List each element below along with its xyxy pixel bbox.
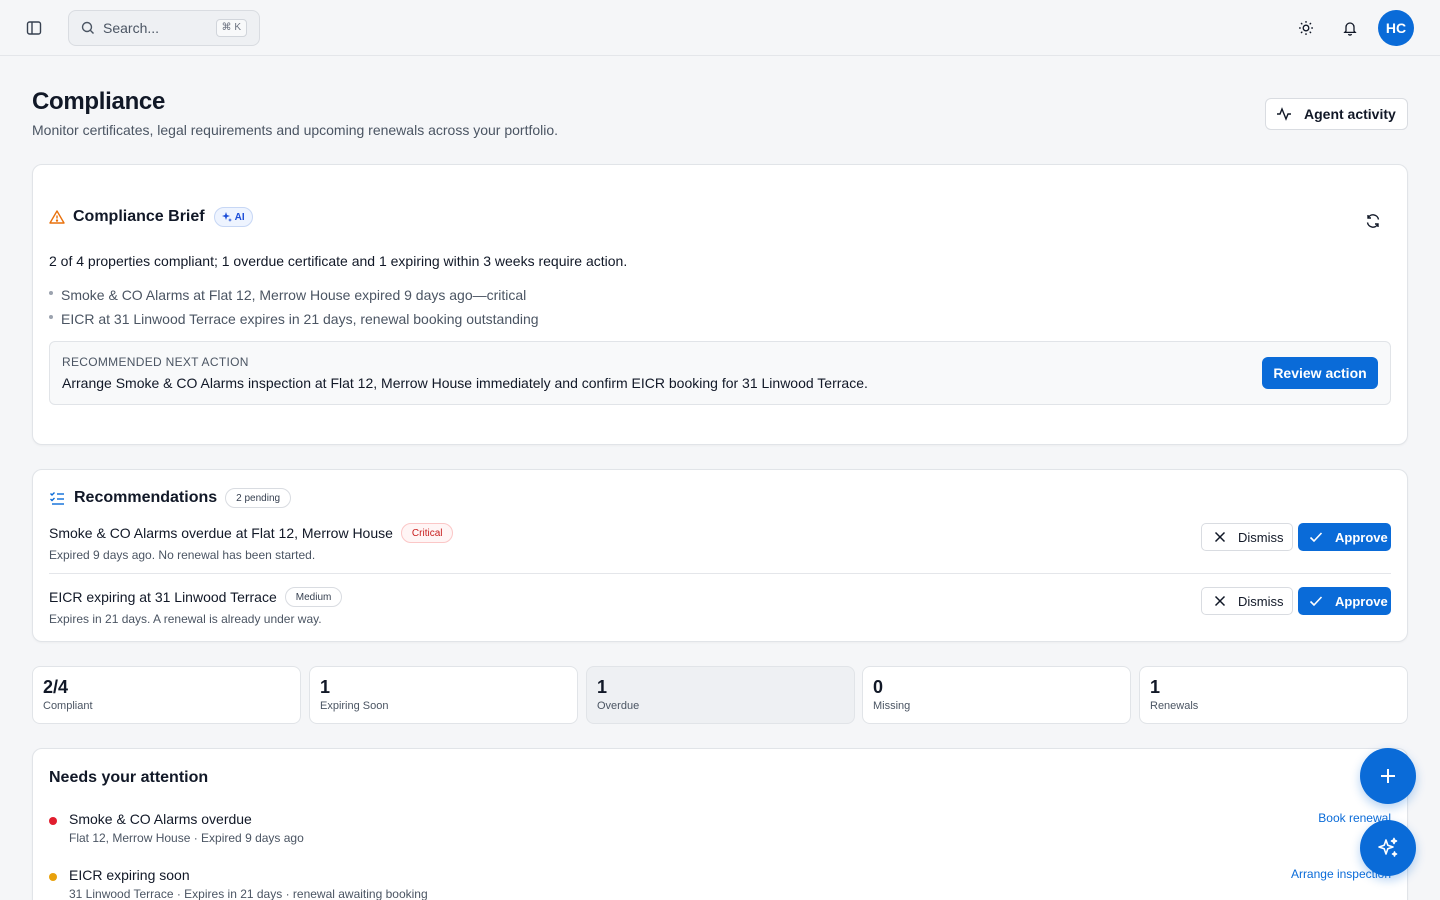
- brief-points: Smoke & CO Alarms at Flat 12, Merrow Hou…: [49, 285, 539, 333]
- dismiss-button[interactable]: Dismiss: [1201, 523, 1293, 551]
- severity-badge: Critical: [400, 523, 454, 543]
- brief-point: Smoke & CO Alarms at Flat 12, Merrow Hou…: [49, 285, 539, 309]
- stat-value: 0: [873, 677, 884, 697]
- recommendations-card: Recommendations 2 pending Smoke & CO Ala…: [32, 469, 1408, 642]
- next-action-label: RECOMMENDED NEXT ACTION: [62, 355, 249, 369]
- review-action-button[interactable]: Review action: [1262, 357, 1378, 389]
- brief-title: Compliance Brief: [73, 208, 205, 225]
- ai-badge-label: AI: [234, 211, 245, 223]
- stat-value: 1: [1150, 677, 1161, 697]
- brief-summary: 2 of 4 properties compliant; 1 overdue c…: [49, 253, 628, 269]
- recommendation-title: EICR expiring at 31 Linwood Terrace: [49, 589, 277, 605]
- stat-value: 1: [320, 677, 331, 697]
- stat-renewals[interactable]: 1 Renewals: [1139, 666, 1408, 724]
- dismiss-label: Dismiss: [1238, 529, 1284, 545]
- approve-label: Approve: [1335, 593, 1388, 609]
- search-input[interactable]: Search... ⌘ K: [68, 10, 260, 46]
- attention-item-detail: 31 Linwood Terrace · Expires in 21 days …: [69, 887, 428, 900]
- activity-icon: [1277, 107, 1291, 121]
- close-icon: [1214, 595, 1226, 607]
- stat-label: Overdue: [597, 700, 640, 712]
- page-subtitle: Monitor certificates, legal requirements…: [32, 122, 559, 138]
- theme-toggle-icon[interactable]: [1294, 16, 1318, 40]
- stat-label: Compliant: [43, 700, 93, 712]
- status-dot: [49, 817, 57, 825]
- compliance-brief-card: Compliance Brief AI 2 of 4 properties co…: [32, 164, 1408, 445]
- stat-compliant[interactable]: 2/4 Compliant: [32, 666, 301, 724]
- close-icon: [1214, 531, 1226, 543]
- stat-value: 1: [597, 677, 608, 697]
- approve-button[interactable]: Approve: [1298, 587, 1391, 615]
- page-title: Compliance: [32, 88, 166, 115]
- stat-missing[interactable]: 0 Missing: [862, 666, 1131, 724]
- pending-badge: 2 pending: [225, 488, 292, 508]
- warning-icon: [49, 210, 65, 224]
- severity-badge: Medium: [284, 587, 343, 607]
- stat-expiring-soon[interactable]: 1 Expiring Soon: [309, 666, 578, 724]
- stat-label: Renewals: [1150, 700, 1199, 712]
- bullet-dot: [49, 291, 53, 295]
- brief-point-text: Smoke & CO Alarms at Flat 12, Merrow Hou…: [61, 287, 527, 303]
- attention-item-detail: Flat 12, Merrow House · Expired 9 days a…: [69, 831, 304, 845]
- bullet-dot: [49, 315, 53, 319]
- sparkles-icon: [221, 212, 232, 222]
- agent-activity-button[interactable]: Agent activity: [1265, 98, 1408, 130]
- stat-value: 2/4: [43, 677, 69, 697]
- top-bar: Search... ⌘ K HC: [0, 0, 1440, 56]
- brief-point: EICR at 31 Linwood Terrace expires in 21…: [49, 309, 539, 333]
- recommended-next-action: RECOMMENDED NEXT ACTION Arrange Smoke & …: [49, 341, 1391, 405]
- recommendations-header: Recommendations 2 pending: [49, 488, 292, 508]
- recommendation-detail: Expired 9 days ago. No renewal has been …: [49, 548, 316, 562]
- recommendation-detail: Expires in 21 days. A renewal is already…: [49, 612, 322, 626]
- approve-button[interactable]: Approve: [1298, 523, 1391, 551]
- check-icon: [1309, 596, 1323, 607]
- ai-assistant-fab-button[interactable]: [1360, 820, 1416, 876]
- search-placeholder: Search...: [103, 20, 160, 36]
- add-fab-button[interactable]: [1360, 748, 1416, 804]
- brief-point-text: EICR at 31 Linwood Terrace expires in 21…: [61, 311, 539, 327]
- status-dot: [49, 873, 57, 881]
- checklist-icon: [50, 492, 64, 505]
- ai-badge: AI: [213, 207, 253, 227]
- stat-overdue[interactable]: 1 Overdue: [586, 666, 855, 724]
- avatar[interactable]: HC: [1378, 10, 1414, 46]
- needs-attention-title: Needs your attention: [49, 769, 209, 786]
- attention-item-title: EICR expiring soon: [69, 867, 190, 883]
- dismiss-button[interactable]: Dismiss: [1201, 587, 1293, 615]
- recommendation-row: Smoke & CO Alarms overdue at Flat 12, Me…: [49, 522, 1391, 574]
- refresh-icon[interactable]: [1363, 211, 1383, 231]
- notifications-bell-icon[interactable]: [1338, 16, 1362, 40]
- stat-label: Missing: [873, 700, 911, 712]
- approve-label: Approve: [1335, 529, 1388, 545]
- dismiss-label: Dismiss: [1238, 593, 1284, 609]
- brief-header: Compliance Brief AI: [49, 207, 253, 227]
- agent-activity-label: Agent activity: [1304, 106, 1396, 122]
- needs-attention-card: Needs your attention Smoke & CO Alarms o…: [32, 748, 1408, 900]
- stat-label: Expiring Soon: [320, 700, 389, 712]
- next-action-text: Arrange Smoke & CO Alarms inspection at …: [62, 375, 868, 391]
- attention-item-title: Smoke & CO Alarms overdue: [69, 811, 252, 827]
- check-icon: [1309, 532, 1323, 543]
- search-icon: [81, 21, 94, 34]
- recommendation-title: Smoke & CO Alarms overdue at Flat 12, Me…: [49, 525, 393, 541]
- search-shortcut: ⌘ K: [215, 19, 247, 37]
- plus-icon: [1381, 769, 1395, 783]
- recommendation-row: EICR expiring at 31 Linwood Terrace Medi…: [49, 586, 1391, 642]
- sidebar-toggle-icon[interactable]: [22, 16, 46, 40]
- recommendations-title: Recommendations: [74, 489, 218, 506]
- sparkles-icon: [1378, 837, 1398, 857]
